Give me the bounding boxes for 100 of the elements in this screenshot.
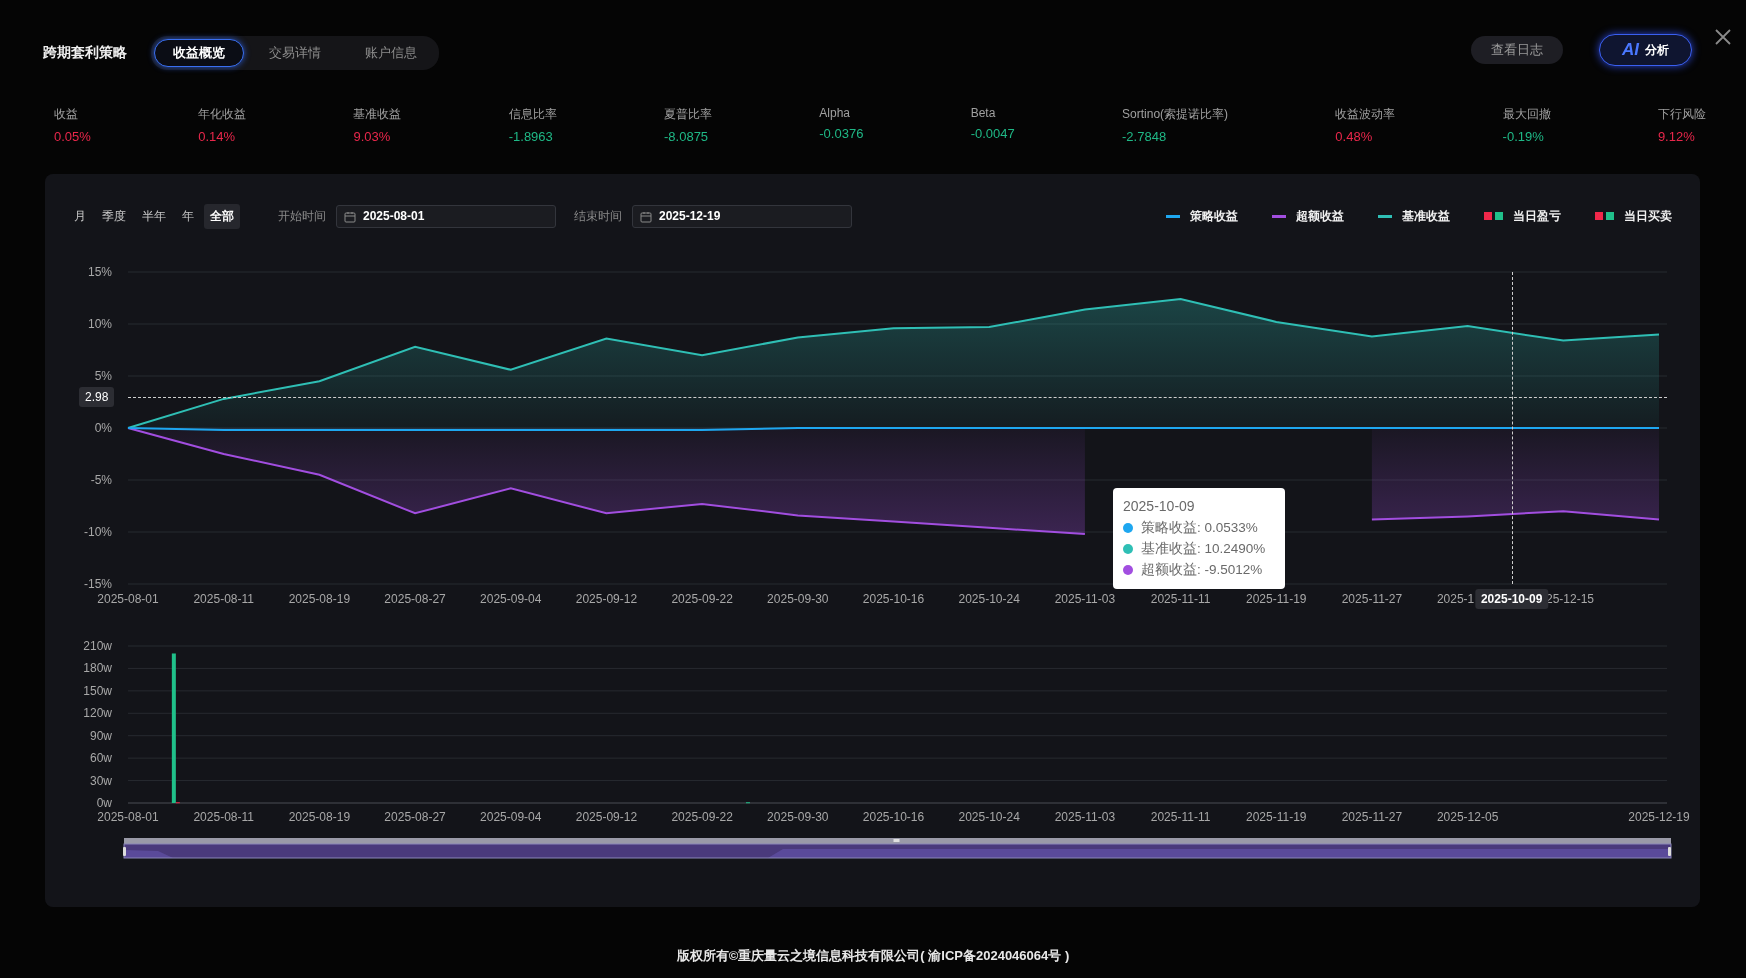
- tab[interactable]: 账户信息: [346, 39, 436, 67]
- axis-tick-label: 2025-08-27: [384, 592, 446, 606]
- axis-tick-label: 2025-09-30: [767, 592, 829, 606]
- stat-label: Beta: [970, 106, 997, 120]
- axis-tick-label: 120w: [83, 706, 112, 721]
- stat-value: -2.7848: [1122, 129, 1168, 144]
- tooltip-value: 基准收益: 10.2490%: [1141, 540, 1266, 558]
- legend-label[interactable]: 超额收益: [1296, 207, 1344, 225]
- stat-value: -0.0047: [970, 126, 1015, 141]
- legend-squares-icon: [1595, 212, 1614, 220]
- axis-tick-label: 2025-11-03: [1054, 592, 1116, 606]
- axis-tick-label: 0w: [96, 796, 112, 810]
- stat-label: Alpha: [819, 106, 851, 120]
- axis-tick-label: -10%: [84, 525, 112, 539]
- date-field[interactable]: 2025-08-01: [336, 204, 556, 228]
- axis-pointer-label: 2.98: [79, 387, 115, 407]
- period-button[interactable]: 月: [68, 203, 92, 229]
- range-slider[interactable]: [123, 838, 1672, 860]
- stat-label: 基准收益: [353, 106, 402, 123]
- axis-pointer-label: 2025-10-09: [1474, 589, 1549, 609]
- axis-tick-label: 2025-09-04: [480, 810, 542, 824]
- axis-tick-label: 150w: [83, 683, 112, 698]
- axis-tick-label: -15%: [84, 577, 112, 591]
- tab[interactable]: 交易详情: [250, 39, 340, 67]
- stat-value: 0.14%: [198, 129, 237, 144]
- axis-tick-label: 2025-1: [1436, 592, 1475, 606]
- date-label: 开始时间: [278, 207, 326, 225]
- axis-tick-label: 2025-11-19: [1246, 810, 1307, 824]
- stat-label: 收益波动率: [1335, 106, 1396, 123]
- axis-tick-label: 210w: [83, 639, 112, 653]
- stat-label: 收益: [54, 106, 79, 123]
- date-label: 结束时间: [574, 207, 622, 225]
- axis-tick-label: 2025-11-19: [1246, 592, 1307, 606]
- tab[interactable]: 收益概览: [154, 39, 244, 67]
- axis-tick-label: 2025-09-04: [480, 592, 542, 606]
- stat-label: 下行风险: [1657, 106, 1706, 123]
- stat-value: -0.0376: [819, 126, 864, 141]
- axis-tick-label: 2025-12-19: [1628, 810, 1690, 824]
- date-field[interactable]: 2025-12-19: [632, 204, 852, 228]
- stat-value: -8.0875: [664, 129, 710, 144]
- axis-tick-label: 90w: [90, 728, 112, 743]
- axis-tick-label: 30w: [90, 773, 112, 788]
- axis-tick-label: 2025-11-27: [1341, 810, 1403, 824]
- tooltip-value: 策略收益: 0.0533%: [1141, 519, 1258, 537]
- stat-value: 9.03%: [353, 129, 392, 144]
- axis-tick-label: 2025-08-11: [193, 810, 254, 824]
- axis-tick-label: 2025-11-11: [1150, 810, 1211, 824]
- axis-tick-label: 2025-09-30: [767, 810, 829, 824]
- axis-tick-label: 5%: [94, 369, 112, 383]
- axis-tick-label: 2025-08-11: [193, 592, 254, 606]
- axis-tick-label: 2025-09-12: [575, 592, 638, 606]
- tooltip-title: 2025-10-09: [1123, 498, 1196, 514]
- axis-tick-label: 2025-09-22: [671, 592, 733, 606]
- axis-tick-label: 2025-08-27: [384, 810, 446, 824]
- ai-analysis-button[interactable]: AI 分析: [1599, 34, 1692, 66]
- stat-value: -0.19%: [1502, 129, 1545, 144]
- legend-label[interactable]: 当日买卖: [1624, 207, 1672, 225]
- stat-value: -1.8963: [508, 129, 554, 144]
- stat-value: 0.05%: [54, 129, 91, 144]
- axis-tick-label: 0%: [94, 421, 112, 435]
- close-icon[interactable]: [1714, 28, 1732, 46]
- axis-tick-label: 2025-09-12: [575, 810, 638, 824]
- stat-label: 最大回撤: [1502, 106, 1551, 123]
- axis-tick-label: 15%: [87, 265, 112, 279]
- axis-tick-label: 2025-08-01: [97, 592, 159, 606]
- legend-squares-icon: [1484, 212, 1503, 220]
- stat-label: 信息比率: [508, 106, 557, 123]
- copyright-text: 版权所有©重庆量云之境信息科技有限公司( 渝ICP备2024046064号 ): [676, 947, 1070, 965]
- tooltip-value: 超额收益: -9.5012%: [1141, 561, 1263, 579]
- axis-tick-label: 2025-08-01: [97, 810, 159, 824]
- stat-value: 9.12%: [1657, 129, 1696, 144]
- legend-label[interactable]: 基准收益: [1402, 207, 1450, 225]
- calendar-icon: [344, 210, 356, 223]
- period-button[interactable]: 年: [176, 203, 200, 229]
- calendar-icon: [640, 210, 652, 223]
- log-button[interactable]: 查看日志: [1471, 36, 1563, 64]
- axis-tick-label: 2025-10-16: [862, 810, 925, 824]
- axis-tick-label: 2025-12-05: [1436, 810, 1499, 824]
- legend-label[interactable]: 策略收益: [1190, 207, 1238, 225]
- period-button[interactable]: 半年: [136, 203, 172, 229]
- axis-tick-label: 2025-10-16: [862, 592, 925, 606]
- axis-tick-label: 2025-11-27: [1341, 592, 1403, 606]
- axis-tick-label: -5%: [90, 473, 112, 487]
- axis-tick-label: 2025-10-24: [958, 592, 1020, 606]
- axis-tick-label: 2025-10-24: [958, 810, 1020, 824]
- axis-tick-label: 2025-08-19: [288, 592, 351, 606]
- axis-tick-label: 2025-11-11: [1150, 592, 1211, 606]
- period-button[interactable]: 全部: [204, 203, 240, 229]
- stat-label: 夏普比率: [664, 106, 712, 123]
- axis-tick-label: 2025-11-03: [1054, 810, 1116, 824]
- strategy-title: 跨期套利策略: [43, 44, 127, 62]
- stat-value: 0.48%: [1335, 129, 1374, 144]
- axis-tick-label: 10%: [87, 317, 112, 331]
- axis-tick-label: 180w: [83, 661, 112, 676]
- legend-label[interactable]: 当日盈亏: [1513, 207, 1561, 225]
- period-button[interactable]: 季度: [96, 203, 132, 229]
- axis-tick-label: 2025-09-22: [671, 810, 733, 824]
- stat-label: Sortino(索提诺比率): [1122, 106, 1229, 123]
- stat-label: 年化收益: [198, 106, 247, 123]
- axis-tick-label: 2025-08-19: [288, 810, 351, 824]
